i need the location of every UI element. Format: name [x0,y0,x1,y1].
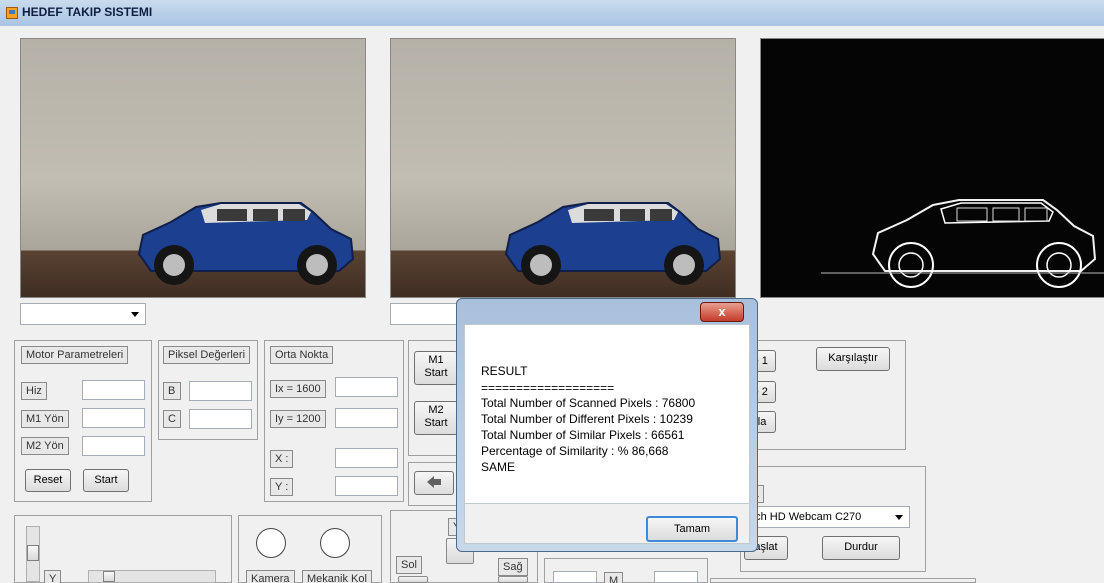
m1-direction-label: M1 Yön [21,410,69,428]
chevron-down-icon [131,312,139,317]
c-label: C [163,410,181,428]
camera-preview-middle [390,38,736,298]
camera-select-left[interactable] [20,303,146,325]
dialog-separator: =================== [481,381,615,395]
lower-right-group [710,578,976,583]
ix-input[interactable] [335,377,398,397]
dialog-result-title: RESULT [481,364,528,378]
m2-start-line1: M2 [428,404,444,416]
m1-start-button[interactable]: M1 Start [414,351,458,385]
pixel-values-title: Piksel Değerleri [163,346,251,364]
camera-device-select[interactable]: ech HD Webcam C270 [744,506,910,528]
dialog-similar-pixels: Total Number of Similar Pixels : 66561 [481,428,685,442]
iy-label: Iy = 1200 [270,410,326,428]
b-label: B [163,382,181,400]
start-button[interactable]: Start [83,469,129,492]
x-label: X : [270,450,294,468]
speed-input[interactable] [82,380,145,400]
vertical-slider-thumb[interactable] [27,545,39,561]
motor-parameters-title: Motor Parametreleri [21,346,129,364]
m1-start-line1: M1 [428,354,444,366]
m-input-2[interactable] [654,571,698,583]
m-input-1[interactable] [553,571,597,583]
m2-start-line2: Start [424,417,448,430]
left-button[interactable] [398,576,428,583]
ix-label: Ix = 1600 [270,380,326,398]
camera-select-middle[interactable] [390,303,462,325]
left-arrow-button[interactable] [414,471,454,495]
camera-mode-label: Kamera [246,570,295,583]
app-icon [6,7,18,19]
edge-detection-preview [760,38,1104,298]
car-image-middle [504,202,722,285]
dialog-scanned-pixels: Total Number of Scanned Pixels : 76800 [481,396,696,410]
m2-direction-label: M2 Yön [21,437,69,455]
b-input[interactable] [189,381,252,401]
x-input[interactable] [335,448,398,468]
dialog-similarity-percentage: Percentage of Similarity : % 86,668 [481,444,669,458]
m2-start-button[interactable]: M2 Start [414,401,458,435]
dialog-close-button[interactable]: x [700,302,744,322]
camera-stop-button[interactable]: Durdur [822,536,900,560]
right-label: Sağ [498,558,528,576]
car-edge-image [821,199,1104,288]
compare-button[interactable]: Karşılaştır [816,347,890,371]
y-label: Y : [270,478,294,496]
c-input[interactable] [189,409,252,429]
dialog-different-pixels: Total Number of Different Pixels : 10239 [481,412,693,426]
dialog-ok-button[interactable]: Tamam [646,516,738,542]
camera-preview-left [20,38,366,298]
left-label: Sol [396,556,422,574]
car-image-left [137,202,355,285]
window-title-bar: HEDEF TAKIP SISTEMI [0,0,1104,26]
camera-mode-indicator [256,528,286,558]
speed-label: Hiz [21,382,47,400]
dialog-verdict: SAME [481,460,516,474]
right-button[interactable] [498,576,528,583]
m1-start-line2: Start [424,367,448,380]
y-input[interactable] [335,476,398,496]
m1-direction-input[interactable] [82,408,145,428]
center-point-title: Orta Nokta [270,346,334,364]
chevron-down-icon [895,515,903,520]
horizontal-slider[interactable] [88,570,216,583]
iy-input[interactable] [335,408,398,428]
arrow-left-icon [427,476,441,488]
slider-y-label: Y [44,570,62,583]
reset-button[interactable]: Reset [25,469,71,492]
m-label: M [604,572,624,583]
m2-direction-input[interactable] [82,436,145,456]
vertical-slider[interactable] [26,526,40,582]
window-title: HEDEF TAKIP SISTEMI [22,5,153,19]
arm-mode-label: Mekanik Kol [302,570,372,583]
camera-device-value: ech HD Webcam C270 [749,511,862,523]
horizontal-slider-thumb[interactable] [103,571,115,582]
arm-mode-indicator [320,528,350,558]
